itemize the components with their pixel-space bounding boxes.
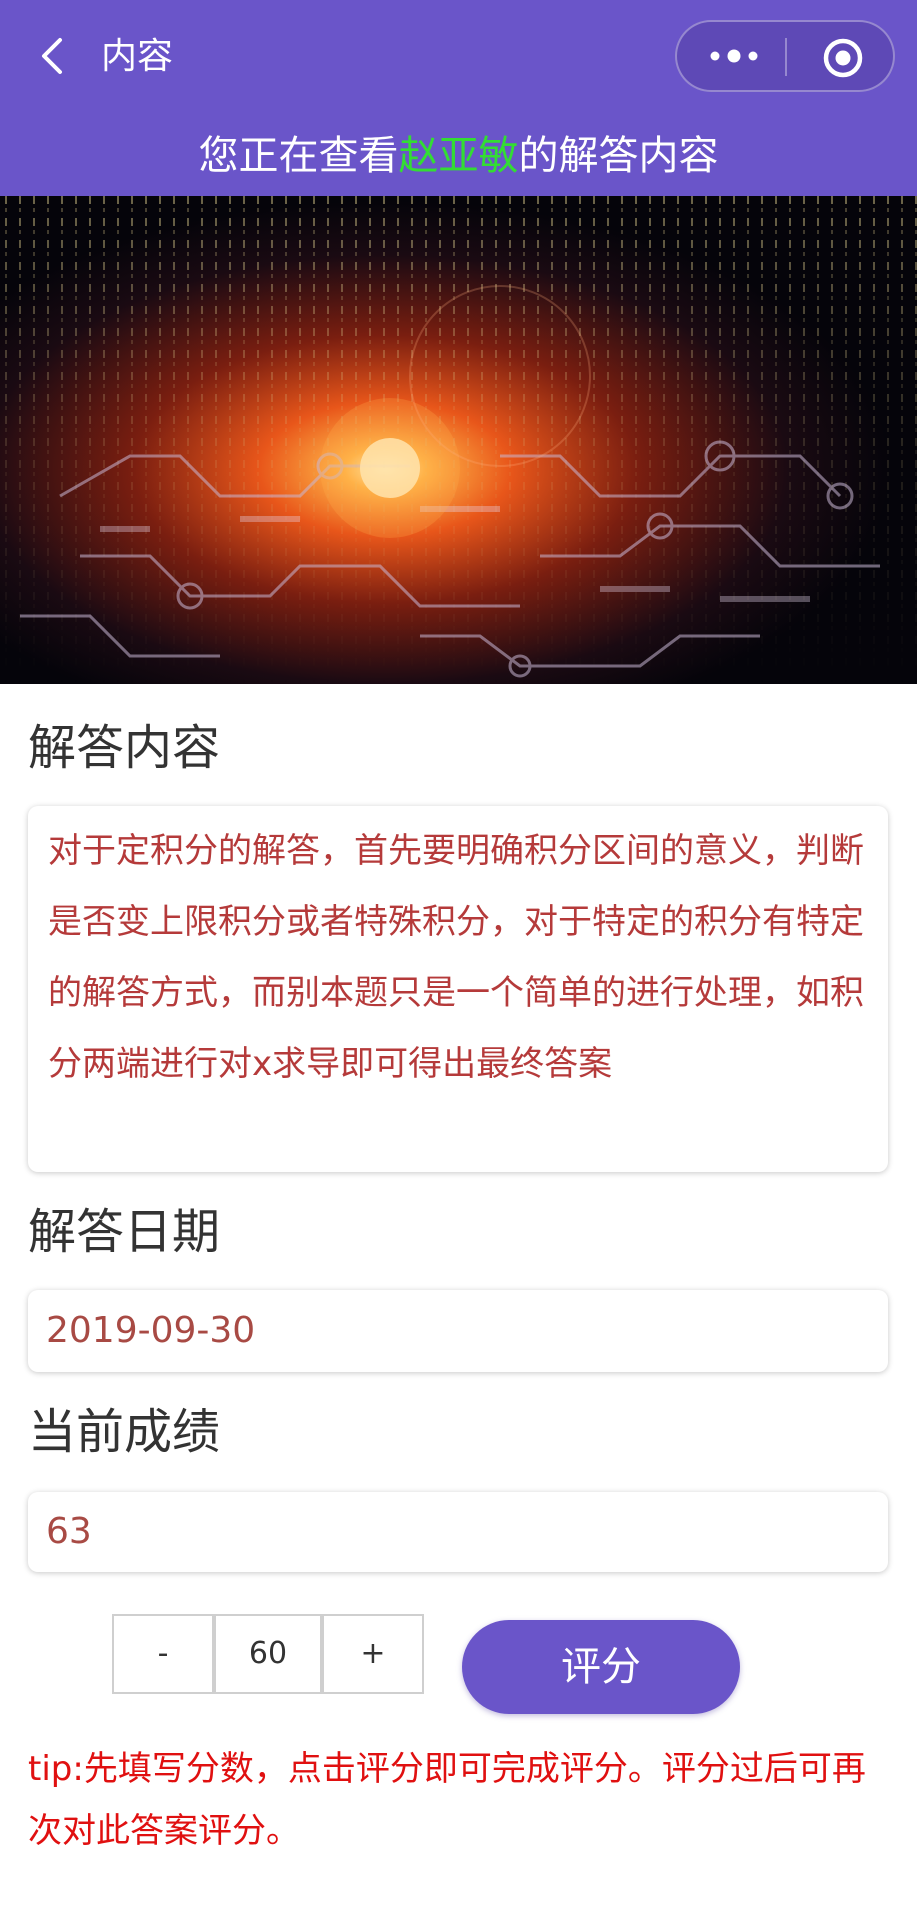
student-name: 赵亚敏 bbox=[398, 133, 519, 179]
score-input[interactable]: 60 bbox=[214, 1614, 322, 1694]
current-score-value: 63 bbox=[46, 1511, 92, 1552]
tip-text: tip:先填写分数，点击评分即可完成评分。评分过后可再次对此答案评分。 bbox=[28, 1749, 866, 1851]
increment-button[interactable]: + bbox=[322, 1614, 424, 1694]
rate-button[interactable]: 评分 bbox=[462, 1620, 740, 1714]
more-icon[interactable] bbox=[707, 44, 761, 68]
answer-date-field: 2019-09-30 bbox=[28, 1290, 888, 1372]
current-score-label: 当前成绩 bbox=[28, 1404, 221, 1460]
viewing-header: 您正在查看赵亚敏的解答内容 bbox=[0, 130, 917, 182]
page-title: 内容 bbox=[101, 36, 174, 77]
banner-image bbox=[0, 196, 917, 684]
answer-content-label: 解答内容 bbox=[28, 720, 221, 776]
viewing-suffix: 的解答内容 bbox=[518, 133, 719, 179]
answer-date-label: 解答日期 bbox=[28, 1204, 221, 1260]
circuit-banner-graphic bbox=[0, 196, 917, 684]
back-icon[interactable] bbox=[32, 34, 76, 78]
capsule-divider bbox=[785, 38, 787, 76]
score-stepper: - 60 + bbox=[112, 1614, 424, 1696]
viewing-prefix: 您正在查看 bbox=[198, 133, 399, 179]
top-bar: 内容 您正在查看赵亚敏的解答内容 bbox=[0, 0, 917, 196]
answer-date-value: 2019-09-30 bbox=[46, 1310, 256, 1351]
target-icon[interactable] bbox=[821, 36, 865, 80]
decrement-button[interactable]: - bbox=[112, 1614, 214, 1694]
mini-program-capsule bbox=[675, 20, 895, 92]
answer-content-card: 对于定积分的解答，首先要明确积分区间的意义，判断是否变上限积分或者特殊积分，对于… bbox=[28, 806, 888, 1172]
current-score-field: 63 bbox=[28, 1492, 888, 1572]
answer-content-text: 对于定积分的解答，首先要明确积分区间的意义，判断是否变上限积分或者特殊积分，对于… bbox=[48, 831, 864, 1084]
